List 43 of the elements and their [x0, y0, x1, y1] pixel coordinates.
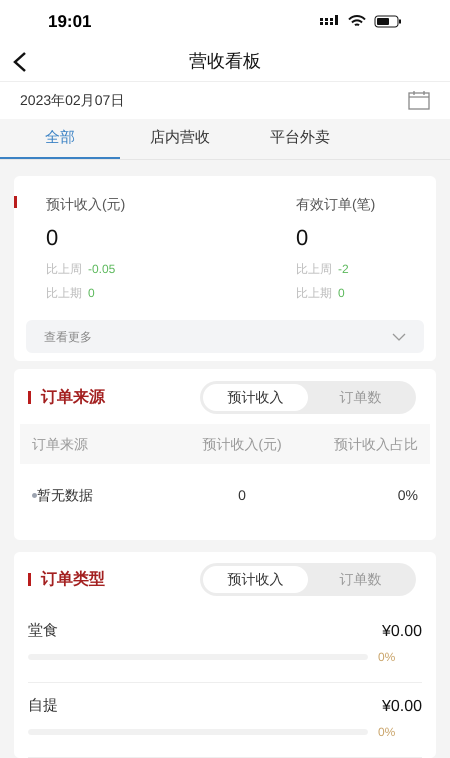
metric-value: 0 [46, 224, 60, 252]
metric-label: 有效订单(笔) [296, 195, 376, 214]
status-time: 19:01 [48, 10, 92, 33]
accent-bar [28, 391, 31, 404]
comparison-label: 比上周 [296, 261, 332, 278]
tab[interactable]: 全部 [0, 119, 120, 159]
comparison-value: 0 [88, 285, 95, 302]
section-title: 订单类型 [41, 570, 105, 590]
comparison-value: 0 [338, 285, 345, 302]
back-icon [12, 50, 28, 73]
type-name: 自提 [28, 696, 58, 716]
comparison-label: 比上期 [46, 285, 82, 302]
column-header: 预计收入占比 [333, 434, 418, 454]
signal-icon [320, 15, 340, 28]
table-cell-text: 0 [237, 486, 247, 504]
table-cell-text: 0% [396, 486, 418, 504]
comparison-label: 比上期 [296, 285, 332, 302]
metric-value: 0 [296, 224, 310, 252]
comparison-value: -0.05 [88, 261, 116, 278]
battery-icon [374, 14, 402, 28]
column-header: 订单来源 [32, 434, 89, 454]
column-header: 预计收入(元) [201, 434, 283, 454]
date-label: 2023年02月07日 [20, 90, 124, 110]
accent-bar [28, 573, 31, 586]
section-title: 订单来源 [41, 388, 105, 408]
tab[interactable]: 店内营收 [120, 119, 240, 159]
segment-tab[interactable]: 预计收入 [203, 384, 308, 411]
comparison-label: 比上周 [46, 261, 82, 278]
accent-bar [14, 196, 17, 208]
calendar-icon[interactable] [408, 90, 430, 110]
type-share: 0% [378, 649, 396, 666]
type-amount: ¥0.00 [382, 697, 422, 717]
table-cell-text: 暂无数据 [37, 486, 93, 504]
type-share: 0% [378, 724, 396, 741]
metric-label: 预计收入(元) [46, 195, 126, 214]
tab[interactable]: 平台外卖 [240, 119, 360, 159]
chevron-icon [392, 332, 406, 340]
type-name: 堂食 [28, 621, 58, 641]
page-title: 营收看板 [189, 50, 261, 74]
comparison-value: -2 [338, 261, 349, 278]
type-amount: ¥0.00 [382, 622, 422, 642]
segment-tab[interactable]: 预计收入 [203, 566, 308, 593]
wifi-icon [348, 14, 366, 28]
